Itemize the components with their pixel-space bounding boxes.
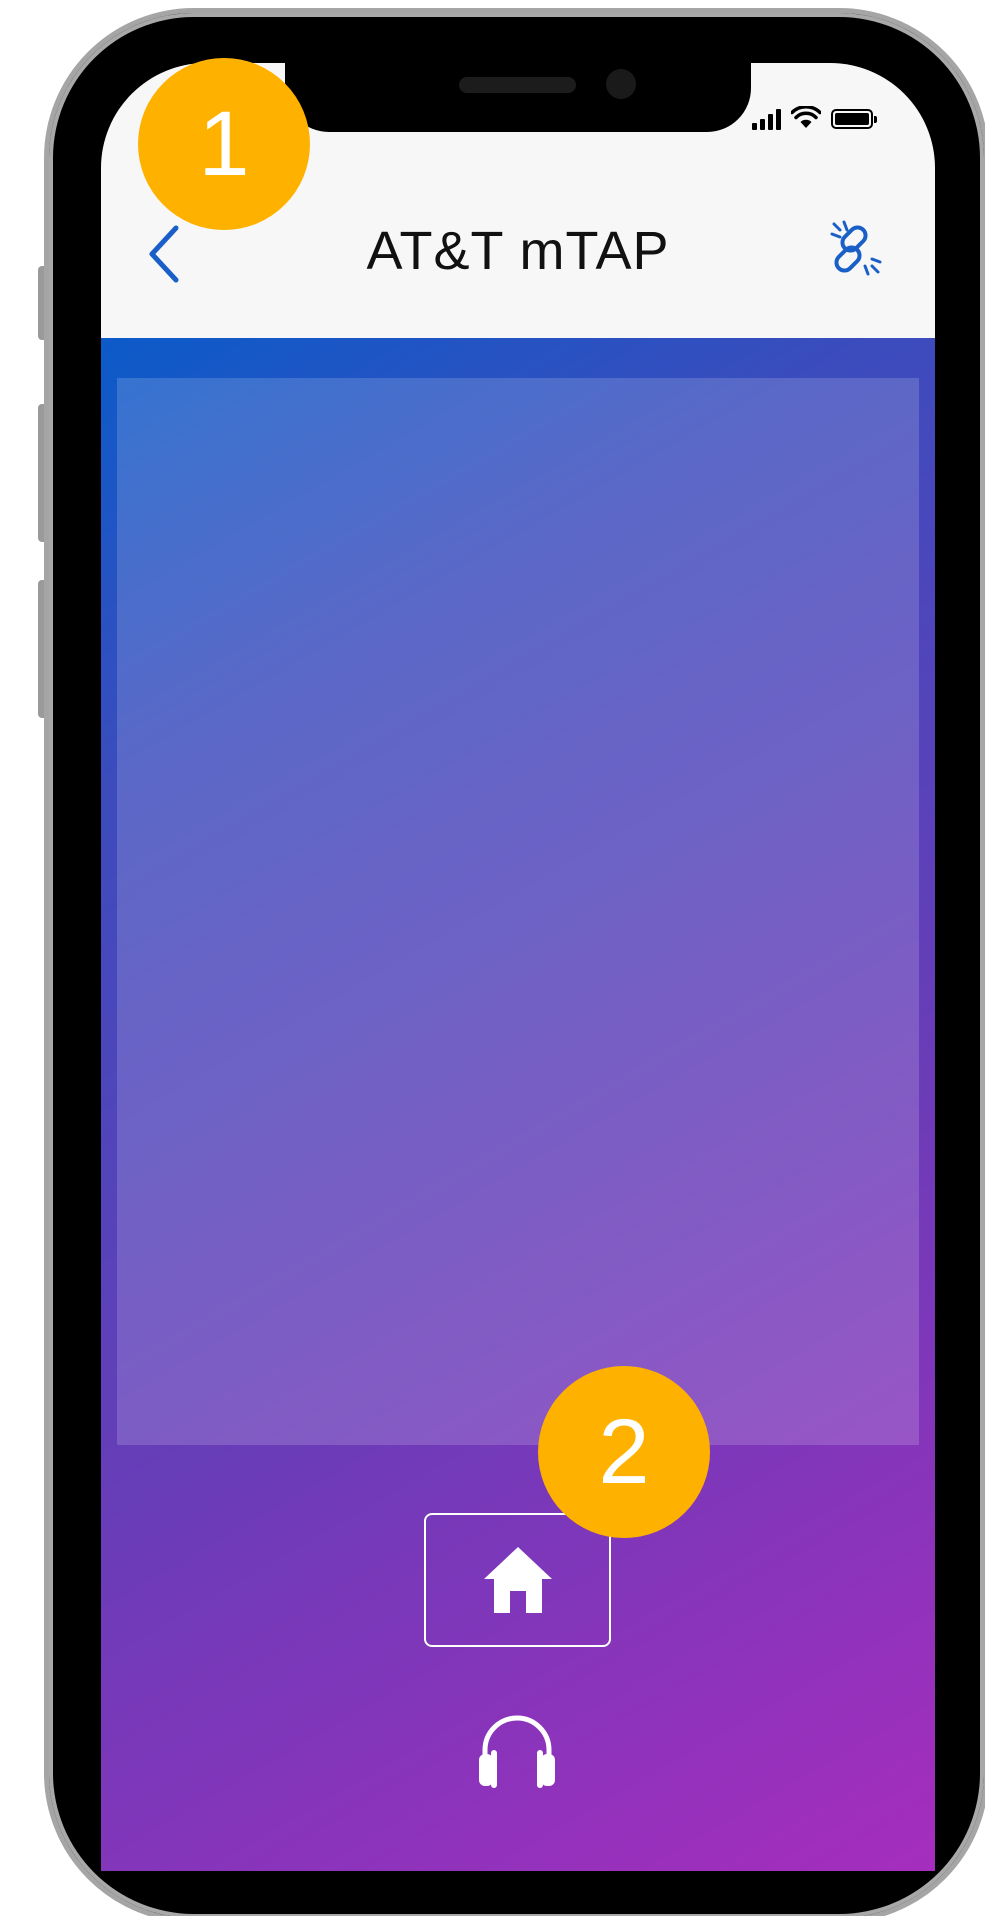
connection-status-button[interactable]: [826, 218, 886, 278]
home-button[interactable]: [424, 1513, 611, 1647]
support-button[interactable]: [475, 1710, 559, 1794]
stage: AT&T mTAP 1 2: [0, 0, 985, 1916]
headphones-icon: [479, 1715, 555, 1788]
front-camera: [606, 69, 636, 99]
callout-badge-1: 1: [138, 58, 310, 230]
battery-icon: [831, 109, 877, 129]
broken-link-icon: [830, 220, 882, 276]
status-bar: [752, 100, 877, 130]
main-content: [101, 338, 935, 1871]
home-icon: [484, 1547, 552, 1613]
notch: [285, 63, 751, 132]
content-panel: [117, 378, 919, 1445]
cellular-signal-icon: [752, 108, 781, 130]
callout-badge-2: 2: [538, 1366, 710, 1538]
wifi-icon: [791, 106, 821, 128]
speaker-grille: [459, 77, 576, 93]
